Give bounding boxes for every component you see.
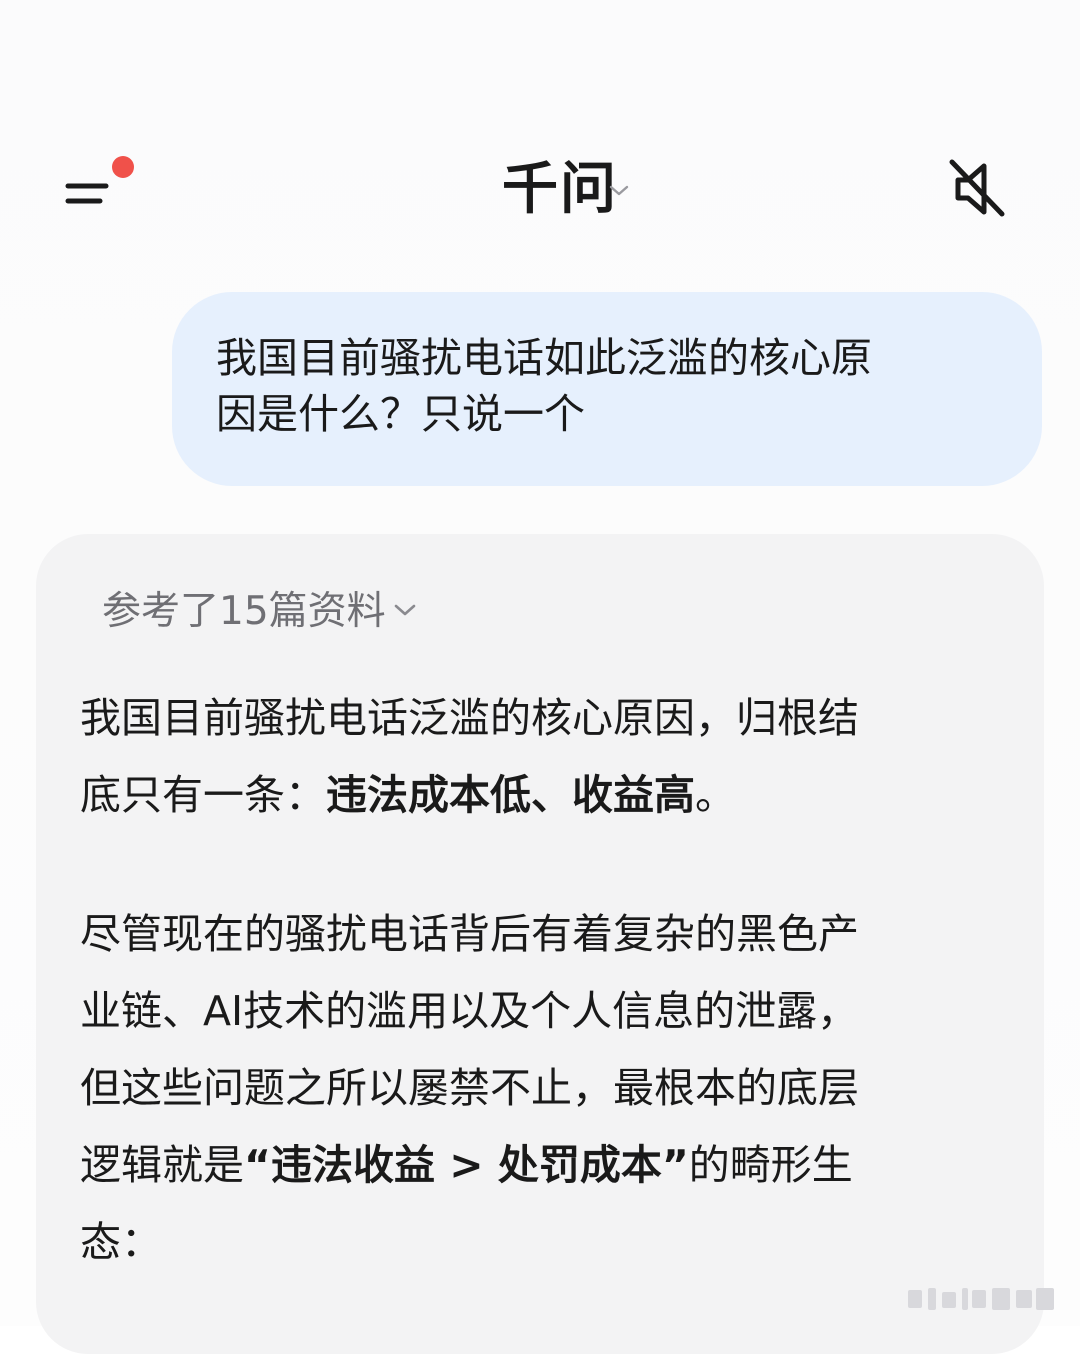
chevron-down-icon (609, 185, 629, 196)
watermark-logo (908, 1288, 1054, 1310)
answer-paragraph: 尽管现在的骚扰电话背后有着复杂的黑色产 业链、AI技术的滥用以及个人信息的泄露，… (80, 896, 1010, 1281)
menu-icon (65, 183, 109, 204)
answer-text: 我国目前骚扰电话泛滥的核心原因，归根结 (80, 694, 859, 742)
user-message-line: 我国目前骚扰电话如此泛滥的核心原 (216, 334, 872, 382)
notification-dot (112, 156, 134, 178)
chevron-down-icon (394, 604, 415, 615)
assistant-answer-card: 参考了15篇资料 我国目前骚扰电话泛滥的核心原因，归根结 底只有一条：违法成本低… (36, 534, 1044, 1354)
answer-text: 业链、AI技术的滥用以及个人信息的泄露， (80, 987, 859, 1035)
app-title: 千问 (502, 157, 618, 222)
answer-text: 但这些问题之所以屡禁不止，最根本的底层 (80, 1064, 859, 1112)
answer-paragraph: 我国目前骚扰电话泛滥的核心原因，归根结 底只有一条：违法成本低、收益高。 (80, 680, 1010, 834)
references-toggle[interactable]: 参考了15篇资料 (102, 582, 418, 642)
menu-button[interactable] (60, 156, 140, 220)
top-bar: 千问 (0, 140, 1080, 240)
references-label: 参考了15篇资料 (102, 589, 386, 634)
answer-text: 尽管现在的骚扰电话背后有着复杂的黑色产 (80, 910, 859, 958)
answer-highlight: 违法成本低、收益高 (326, 771, 695, 819)
answer-text: 态： (80, 1218, 162, 1266)
user-message-bubble: 我国目前骚扰电话如此泛滥的核心原 因是什么？只说一个 (172, 292, 1042, 486)
answer-text: 。 (695, 771, 736, 819)
user-message-line: 因是什么？只说一个 (216, 390, 585, 438)
user-message-text: 我国目前骚扰电话如此泛滥的核心原 因是什么？只说一个 (216, 330, 998, 442)
speaker-mute-icon (949, 159, 1005, 217)
answer-highlight: “违法收益 > 处罚成本” (244, 1141, 689, 1189)
mute-button[interactable] (944, 154, 1014, 224)
chat-screen: 千问 我国目前骚扰电话如此泛滥的核心原 因是什么？只说一个 参考了15篇资料 我… (0, 0, 1080, 1354)
answer-text: 逻辑就是 (80, 1141, 244, 1189)
answer-text: 的畸形生 (688, 1141, 853, 1189)
answer-text: 底只有一条： (80, 771, 326, 819)
model-selector[interactable]: 千问 (440, 150, 640, 230)
